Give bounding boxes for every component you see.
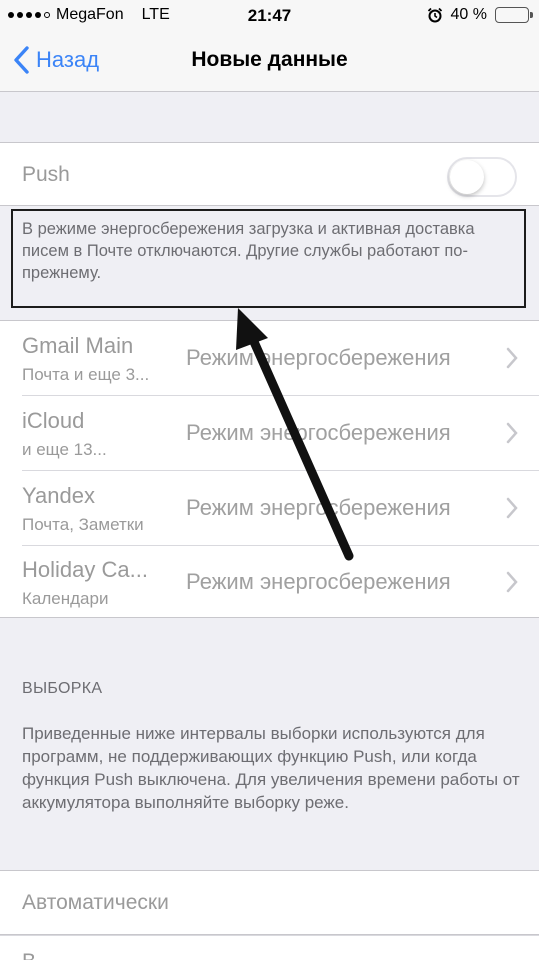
push-toggle-knob [450,160,484,194]
page-title: Новые данные [191,48,348,71]
account-name: iCloud [22,408,85,433]
account-subtitle: и еще 13... [22,440,107,459]
chevron-right-icon [506,347,518,369]
push-toggle[interactable] [447,157,517,197]
navigation-bar: Назад Новые данные [0,32,539,92]
account-name: Holiday Ca... [22,557,148,582]
fetch-option-automatic[interactable]: Автоматически [0,870,539,935]
account-row[interactable]: Holiday Ca... Календари Режим энергосбер… [0,545,539,620]
account-name: Yandex [22,483,95,508]
fetch-section-header: ВЫБОРКА [22,680,103,697]
account-fetch-mode: Режим энергосбережения [186,495,451,520]
annotation-highlight-box [11,209,526,308]
chevron-right-icon [506,497,518,519]
battery-icon [495,7,533,23]
alarm-clock-icon [427,7,442,23]
account-subtitle: Календари [22,589,109,608]
chevron-right-icon [506,571,518,593]
fetch-option-next[interactable]: В [0,935,539,960]
push-label: Push [22,163,70,186]
account-row[interactable]: iCloud и еще 13... Режим энергосбережени… [0,396,539,471]
account-fetch-mode: Режим энергосбережения [186,569,451,594]
fetch-section-description: Приведенные ниже интервалы выборки испол… [22,724,520,812]
fetch-option-label: Автоматически [22,891,169,914]
account-row[interactable]: Gmail Main Почта и еще 3... Режим энерго… [0,321,539,396]
account-fetch-mode: Режим энергосбережения [186,420,451,445]
chevron-right-icon [506,422,518,444]
account-subtitle: Почта, Заметки [22,515,144,534]
fetch-option-label: В [22,950,36,960]
accounts-list: Gmail Main Почта и еще 3... Режим энерго… [0,320,539,618]
screen: MegaFon LTE 21:47 40 % Назад Новые данны… [0,0,539,960]
push-row: Push [0,142,539,206]
account-fetch-mode: Режим энергосбережения [186,345,451,370]
status-bar: MegaFon LTE 21:47 40 % [0,0,539,32]
status-right: 40 % [427,6,533,24]
battery-percent: 40 % [450,6,487,23]
account-row[interactable]: Yandex Почта, Заметки Режим энергосбереж… [0,471,539,546]
account-subtitle: Почта и еще 3... [22,365,150,384]
account-name: Gmail Main [22,333,134,358]
